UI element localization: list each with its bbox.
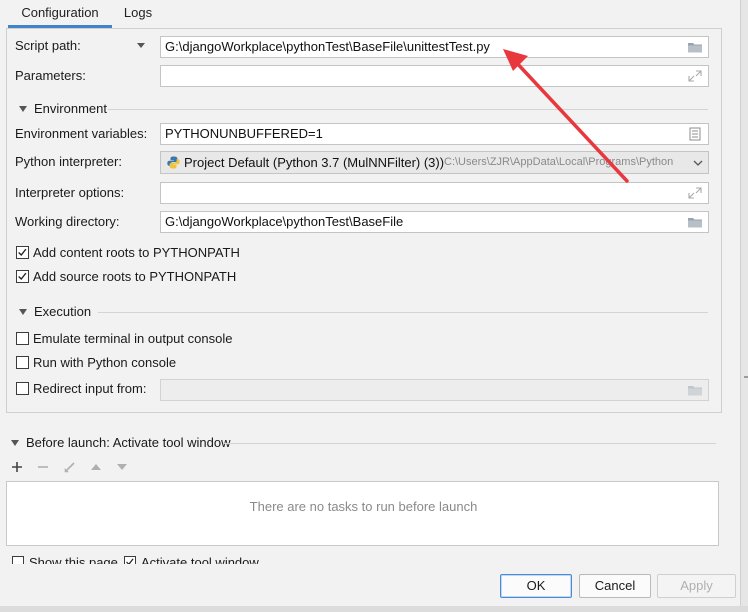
before-launch-task-list[interactable]: There are no tasks to run before launch bbox=[6, 481, 719, 546]
environment-section-title: Environment bbox=[34, 101, 107, 116]
empty-tasks-message: There are no tasks to run before launch bbox=[249, 499, 478, 514]
parameters-label: Parameters: bbox=[15, 68, 86, 83]
target-type-dropdown-icon[interactable] bbox=[136, 41, 146, 51]
env-vars-label: Environment variables: bbox=[15, 126, 148, 141]
folder-icon bbox=[688, 386, 702, 396]
footer-options: Show this page Activate tool window bbox=[10, 554, 310, 564]
execution-section-title: Execution bbox=[34, 304, 92, 319]
check-icon bbox=[18, 248, 27, 257]
remove-icon[interactable] bbox=[36, 460, 50, 474]
checkbox-unchecked[interactable] bbox=[16, 332, 29, 345]
environment-section-header[interactable]: Environment bbox=[16, 100, 107, 118]
run-with-console-label: Run with Python console bbox=[33, 355, 177, 370]
environment-divider bbox=[108, 109, 708, 110]
emulate-terminal-label: Emulate terminal in output console bbox=[33, 331, 233, 346]
script-path-value: G:\djangoWorkplace\pythonTest\BaseFile\u… bbox=[165, 39, 490, 54]
ok-button[interactable]: OK bbox=[500, 574, 572, 598]
before-launch-section-header[interactable]: Before launch: Activate tool window bbox=[8, 434, 231, 452]
env-vars-value: PYTHONUNBUFFERED=1 bbox=[165, 126, 323, 141]
tab-logs[interactable]: Logs bbox=[118, 0, 158, 28]
env-vars-field[interactable]: PYTHONUNBUFFERED=1 bbox=[160, 123, 709, 145]
interpreter-label: Python interpreter: bbox=[15, 154, 122, 169]
edit-icon[interactable] bbox=[63, 460, 77, 474]
checkbox-unchecked[interactable] bbox=[16, 356, 29, 369]
python-icon bbox=[167, 156, 180, 169]
script-path-field[interactable]: G:\djangoWorkplace\pythonTest\BaseFile\u… bbox=[160, 36, 709, 58]
collapse-triangle-icon bbox=[11, 440, 19, 447]
check-icon bbox=[126, 558, 134, 564]
check-icon bbox=[18, 272, 27, 281]
show-this-page-checkbox[interactable] bbox=[12, 556, 24, 564]
tab-configuration[interactable]: Configuration bbox=[8, 0, 112, 28]
script-path-label: Script path: bbox=[15, 38, 81, 53]
folder-icon[interactable] bbox=[687, 40, 703, 54]
before-launch-title: Before launch: Activate tool window bbox=[26, 435, 231, 450]
before-launch-divider bbox=[223, 443, 716, 444]
apply-button[interactable]: Apply bbox=[657, 574, 736, 598]
add-source-roots-label: Add source roots to PYTHONPATH bbox=[33, 269, 237, 284]
collapse-triangle-icon bbox=[19, 309, 27, 316]
execution-section-header[interactable]: Execution bbox=[16, 303, 91, 321]
interpreter-select[interactable]: Project Default (Python 3.7 (MulNNFilter… bbox=[160, 151, 709, 174]
scroll-marker bbox=[744, 376, 748, 378]
working-dir-field[interactable]: G:\djangoWorkplace\pythonTest\BaseFile bbox=[160, 211, 709, 233]
interpreter-options-field[interactable] bbox=[160, 182, 709, 204]
interpreter-name: Project Default (Python 3.7 (MulNNFilter… bbox=[184, 155, 445, 170]
interpreter-options-label: Interpreter options: bbox=[15, 185, 125, 200]
window-right-edge bbox=[740, 0, 748, 612]
move-up-icon[interactable] bbox=[89, 460, 103, 474]
chevron-down-icon[interactable] bbox=[692, 157, 704, 169]
tab-bar: Configuration Logs bbox=[0, 0, 748, 28]
list-icon[interactable] bbox=[687, 127, 703, 141]
activate-tool-window-checkbox[interactable] bbox=[124, 556, 136, 564]
folder-icon[interactable] bbox=[687, 215, 703, 229]
redirect-input-label: Redirect input from: bbox=[33, 381, 147, 396]
checkbox-checked[interactable] bbox=[16, 246, 29, 259]
cancel-button[interactable]: Cancel bbox=[579, 574, 651, 598]
working-dir-value: G:\djangoWorkplace\pythonTest\BaseFile bbox=[165, 214, 404, 229]
working-dir-label: Working directory: bbox=[15, 214, 120, 229]
redirect-input-field bbox=[160, 379, 709, 401]
checkbox-unchecked[interactable] bbox=[16, 382, 29, 395]
add-content-roots-label: Add content roots to PYTHONPATH bbox=[33, 245, 240, 260]
expand-icon[interactable] bbox=[687, 69, 703, 83]
show-this-page-label: Show this page bbox=[29, 555, 118, 564]
collapse-triangle-icon bbox=[19, 106, 27, 113]
expand-icon[interactable] bbox=[687, 186, 703, 200]
add-icon[interactable] bbox=[10, 460, 24, 474]
activate-tool-window-label: Activate tool window bbox=[141, 555, 259, 564]
interpreter-path: C:\Users\ZJR\AppData\Local\Programs\Pyth… bbox=[444, 156, 674, 168]
parameters-field[interactable] bbox=[160, 65, 709, 87]
move-down-icon[interactable] bbox=[115, 460, 129, 474]
checkbox-checked[interactable] bbox=[16, 270, 29, 283]
window-bottom-edge bbox=[0, 606, 748, 612]
execution-divider bbox=[98, 312, 708, 313]
